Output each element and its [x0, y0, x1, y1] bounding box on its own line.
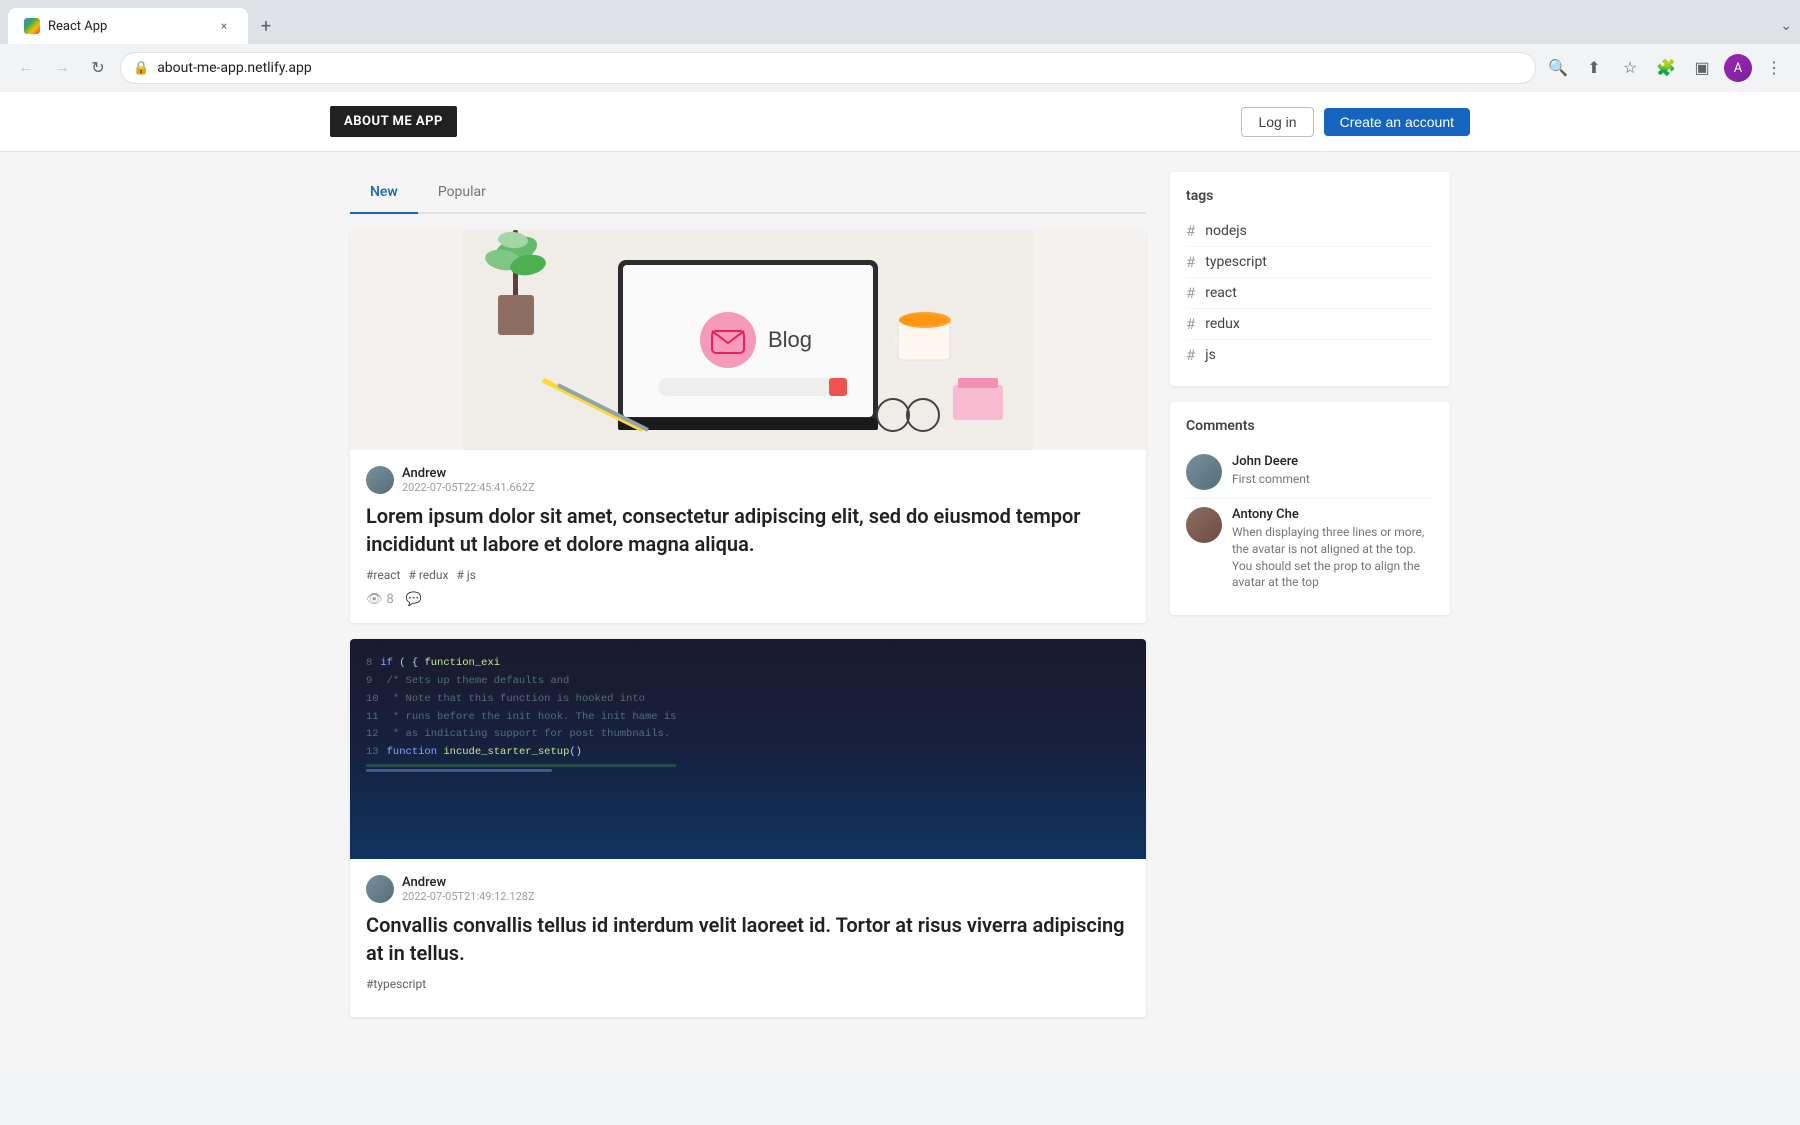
back-button[interactable]: ←	[12, 54, 40, 82]
sidebar: tags # nodejs # typescript # react #	[1170, 172, 1450, 1033]
comment-content-2: Antony Che When displaying three lines o…	[1232, 507, 1434, 591]
tags-title: tags	[1186, 188, 1434, 204]
search-icon[interactable]: 🔍	[1544, 54, 1572, 82]
tab-favicon	[24, 18, 40, 34]
post-tag[interactable]: #react	[366, 568, 400, 582]
post-meta-1: Andrew 2022-07-05T22:45:41.662Z	[366, 466, 1130, 494]
view-count: 8	[387, 592, 394, 607]
tab-bar: React App × + ⌄	[0, 0, 1800, 44]
comments-title: Comments	[1186, 418, 1434, 434]
main-layout: New Popular	[350, 152, 1450, 1053]
post-stats-1: 👁 8 💬	[366, 592, 1130, 607]
post-author-info-1: Andrew 2022-07-05T22:45:41.662Z	[402, 466, 535, 494]
extensions-icon[interactable]: 🧩	[1652, 54, 1680, 82]
tab-list-chevron[interactable]: ⌄	[1780, 18, 1792, 34]
comment-icon: 💬	[406, 592, 422, 607]
post-image-1: Blog	[350, 230, 1146, 450]
hash-icon: #	[1186, 346, 1195, 364]
post-body-1: Andrew 2022-07-05T22:45:41.662Z Lorem ip…	[350, 450, 1146, 623]
comment-content-1: John Deere First comment	[1232, 454, 1434, 490]
eye-icon: 👁	[366, 592, 383, 607]
page-content: ABOUT ME APP Log in Create an account Ne…	[0, 92, 1800, 1072]
address-text: about-me-app.netlify.app	[157, 60, 1523, 76]
post-tags-1: #react # redux # js	[366, 568, 1130, 582]
post-author-info-2: Andrew 2022-07-05T21:49:12.128Z	[402, 875, 535, 903]
post-views-1: 👁 8	[366, 592, 394, 607]
hash-icon: #	[1186, 253, 1195, 271]
tag-label-redux: redux	[1205, 316, 1240, 332]
hash-icon: #	[1186, 284, 1195, 302]
tags-section: tags # nodejs # typescript # react #	[1170, 172, 1450, 386]
browser-tab-react[interactable]: React App ×	[8, 8, 248, 44]
post-avatar-2	[366, 875, 394, 903]
hash-icon: #	[1186, 315, 1195, 333]
toolbar-icons: 🔍 ⬆ ☆ 🧩 ▣ A ⋮	[1544, 54, 1788, 82]
post-body-2: Andrew 2022-07-05T21:49:12.128Z Convalli…	[350, 859, 1146, 1017]
post-title-2[interactable]: Convallis convallis tellus id interdum v…	[366, 911, 1130, 967]
address-bar[interactable]: 🔒 about-me-app.netlify.app	[120, 52, 1536, 84]
app-logo: ABOUT ME APP	[330, 106, 457, 137]
create-account-button[interactable]: Create an account	[1324, 108, 1470, 136]
tag-item-js[interactable]: # js	[1186, 340, 1434, 370]
lock-icon: 🔒	[133, 61, 149, 76]
login-button[interactable]: Log in	[1241, 107, 1313, 137]
post-author-name-1: Andrew	[402, 466, 535, 481]
reload-button[interactable]: ↻	[84, 54, 112, 82]
post-tag[interactable]: # redux	[408, 568, 448, 582]
post-date-1: 2022-07-05T22:45:41.662Z	[402, 481, 535, 494]
comment-author-2: Antony Che	[1232, 507, 1434, 522]
tag-item-redux[interactable]: # redux	[1186, 309, 1434, 340]
tag-label-nodejs: nodejs	[1205, 223, 1247, 239]
profile-button[interactable]: A	[1724, 54, 1752, 82]
tag-item-nodejs[interactable]: # nodejs	[1186, 216, 1434, 247]
post-meta-2: Andrew 2022-07-05T21:49:12.128Z	[366, 875, 1130, 903]
comment-item-2: Antony Che When displaying three lines o…	[1186, 499, 1434, 599]
tab-close-button[interactable]: ×	[216, 18, 232, 34]
tab-new[interactable]: New	[350, 172, 418, 214]
tag-label-typescript: typescript	[1205, 254, 1267, 270]
app-header: ABOUT ME APP Log in Create an account	[0, 92, 1800, 152]
post-card-1[interactable]: Blog	[350, 230, 1146, 623]
comment-avatar-john	[1186, 454, 1222, 490]
post-tags-2: #typescript	[366, 977, 1130, 991]
sidebar-toggle-icon[interactable]: ▣	[1688, 54, 1716, 82]
code-display: 8if ( { function_exi 9 /* Sets up theme …	[366, 655, 676, 774]
menu-icon[interactable]: ⋮	[1760, 54, 1788, 82]
tabs-bar: New Popular	[350, 172, 1146, 214]
browser-window: React App × + ⌄ ← → ↻ 🔒 about-me-app.net…	[0, 0, 1800, 1072]
tab-title: React App	[48, 19, 208, 34]
tag-item-typescript[interactable]: # typescript	[1186, 247, 1434, 278]
post-card-2[interactable]: 8if ( { function_exi 9 /* Sets up theme …	[350, 639, 1146, 1017]
browser-toolbar: ← → ↻ 🔒 about-me-app.netlify.app 🔍 ⬆ ☆ 🧩…	[0, 44, 1800, 92]
post-tag[interactable]: # js	[456, 568, 475, 582]
tab-popular[interactable]: Popular	[418, 172, 506, 214]
blog-hero-svg: Blog	[350, 230, 1146, 450]
comment-text-1: First comment	[1232, 471, 1434, 488]
post-avatar-1	[366, 466, 394, 494]
new-tab-button[interactable]: +	[252, 12, 280, 40]
post-tag[interactable]: #typescript	[366, 977, 426, 991]
posts-column: New Popular	[350, 172, 1146, 1033]
post-author-name-2: Andrew	[402, 875, 535, 890]
hash-icon: #	[1186, 222, 1195, 240]
comment-author-1: John Deere	[1232, 454, 1434, 469]
comments-section: Comments John Deere First comment Antony…	[1170, 402, 1450, 615]
post-title-1[interactable]: Lorem ipsum dolor sit amet, consectetur …	[366, 502, 1130, 558]
tag-item-react[interactable]: # react	[1186, 278, 1434, 309]
svg-text:Blog: Blog	[768, 327, 812, 352]
share-icon[interactable]: ⬆	[1580, 54, 1608, 82]
forward-button[interactable]: →	[48, 54, 76, 82]
bookmark-icon[interactable]: ☆	[1616, 54, 1644, 82]
comment-avatar-antony	[1186, 507, 1222, 543]
tag-label-js: js	[1205, 347, 1216, 363]
comment-text-2: When displaying three lines or more, the…	[1232, 524, 1434, 591]
post-image-2: 8if ( { function_exi 9 /* Sets up theme …	[350, 639, 1146, 859]
post-comments-stat-1: 💬	[406, 592, 422, 607]
tag-label-react: react	[1205, 285, 1237, 301]
header-actions: Log in Create an account	[1241, 107, 1470, 137]
post-date-2: 2022-07-05T21:49:12.128Z	[402, 890, 535, 903]
comment-item-1: John Deere First comment	[1186, 446, 1434, 499]
